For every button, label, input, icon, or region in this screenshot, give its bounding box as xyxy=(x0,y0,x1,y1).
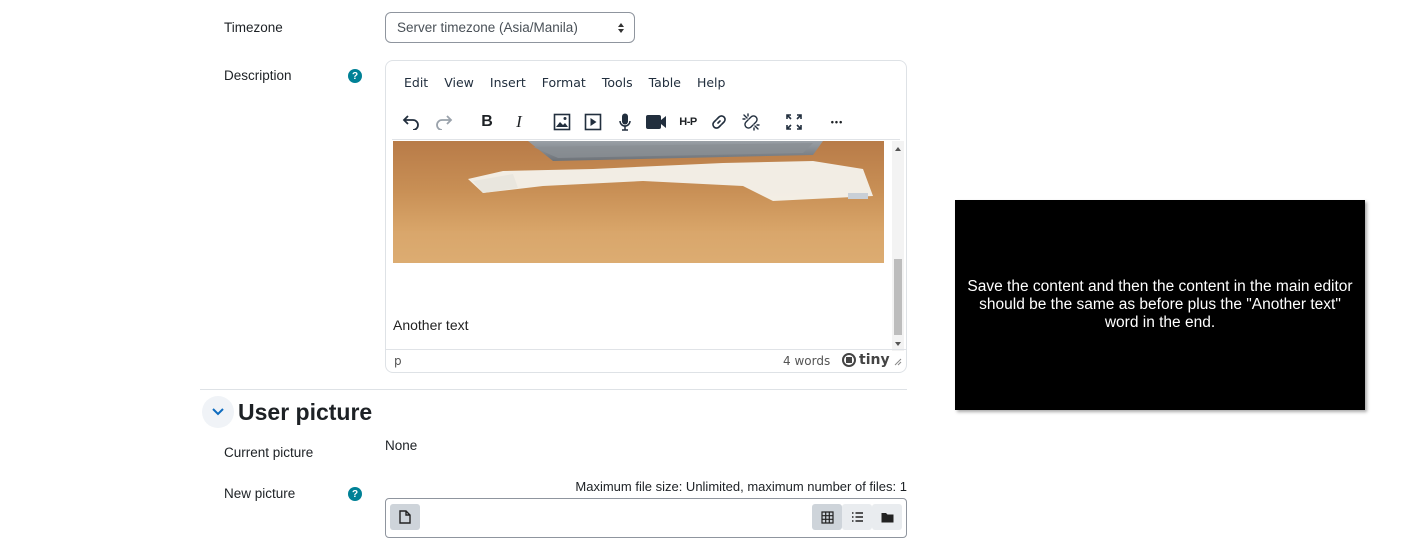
undo-icon[interactable] xyxy=(399,111,423,133)
file-manager xyxy=(385,498,907,538)
add-file-button[interactable] xyxy=(390,504,420,530)
view-list-button[interactable] xyxy=(842,504,872,530)
menu-tools[interactable]: Tools xyxy=(594,69,641,96)
microphone-icon[interactable] xyxy=(613,111,637,133)
menu-help[interactable]: Help xyxy=(689,69,734,96)
scrollbar-thumb[interactable] xyxy=(894,259,902,335)
element-path[interactable]: p xyxy=(394,354,402,368)
menu-edit[interactable]: Edit xyxy=(396,69,436,96)
description-label: Description xyxy=(224,68,292,83)
italic-icon[interactable]: I xyxy=(507,111,531,133)
content-image xyxy=(393,141,884,263)
tiny-logo-text: tiny xyxy=(859,352,890,368)
timezone-select[interactable]: Server timezone (Asia/Manila) xyxy=(385,12,635,43)
new-picture-label: New picture xyxy=(224,486,296,501)
h5p-icon[interactable]: H-P xyxy=(675,111,701,133)
laptop-photo-image xyxy=(393,141,884,263)
tiny-logo-icon xyxy=(842,353,856,367)
content-paragraph[interactable]: Another text xyxy=(393,317,469,333)
image-icon[interactable] xyxy=(550,111,574,133)
menu-table[interactable]: Table xyxy=(641,69,689,96)
editor-content-area[interactable]: Another text xyxy=(386,141,892,351)
section-title-user-picture[interactable]: User picture xyxy=(238,399,372,426)
fullscreen-icon[interactable] xyxy=(782,111,806,133)
section-divider xyxy=(200,389,907,390)
grid-icon xyxy=(820,510,834,524)
select-arrows-icon xyxy=(618,23,624,33)
video-camera-icon[interactable] xyxy=(643,111,669,133)
resize-handle-icon[interactable] xyxy=(894,358,902,366)
word-count[interactable]: 4 words xyxy=(783,354,830,368)
instruction-overlay: Save the content and then the content in… xyxy=(955,200,1365,410)
menu-view[interactable]: View xyxy=(436,69,482,96)
file-limits: Maximum file size: Unlimited, maximum nu… xyxy=(575,479,907,494)
editor-menubar: Edit View Insert Format Tools Table Help xyxy=(386,61,906,103)
toolbar-divider xyxy=(392,139,900,140)
chevron-down-icon xyxy=(212,408,224,416)
redo-icon[interactable] xyxy=(432,111,456,133)
view-tree-button[interactable] xyxy=(872,504,902,530)
collapse-toggle[interactable] xyxy=(202,396,234,428)
description-help-icon[interactable]: ? xyxy=(348,69,362,83)
menu-insert[interactable]: Insert xyxy=(482,69,534,96)
timezone-label: Timezone xyxy=(224,20,283,35)
scroll-up-icon[interactable] xyxy=(892,144,904,154)
bold-icon[interactable]: B xyxy=(475,111,499,133)
list-icon xyxy=(851,512,863,522)
tiny-logo[interactable]: tiny xyxy=(842,352,890,368)
new-picture-help-icon[interactable]: ? xyxy=(348,487,362,501)
menu-format[interactable]: Format xyxy=(534,69,594,96)
rich-text-editor: Edit View Insert Format Tools Table Help… xyxy=(385,60,907,373)
view-grid-button[interactable] xyxy=(812,504,842,530)
scroll-down-icon[interactable] xyxy=(892,339,904,349)
link-icon[interactable] xyxy=(707,111,731,133)
unlink-icon[interactable] xyxy=(739,111,763,133)
more-icon[interactable]: ••• xyxy=(825,111,849,133)
folder-icon xyxy=(881,512,893,522)
editor-scrollbar[interactable] xyxy=(892,141,904,351)
editor-toolbar: B I H-P ••• xyxy=(386,103,906,141)
timezone-select-value: Server timezone (Asia/Manila) xyxy=(397,20,578,35)
media-icon[interactable] xyxy=(581,111,605,133)
current-picture-label: Current picture xyxy=(224,445,314,460)
file-icon xyxy=(399,510,411,524)
current-picture-value: None xyxy=(385,438,418,453)
editor-statusbar: p 4 words tiny xyxy=(386,349,906,372)
